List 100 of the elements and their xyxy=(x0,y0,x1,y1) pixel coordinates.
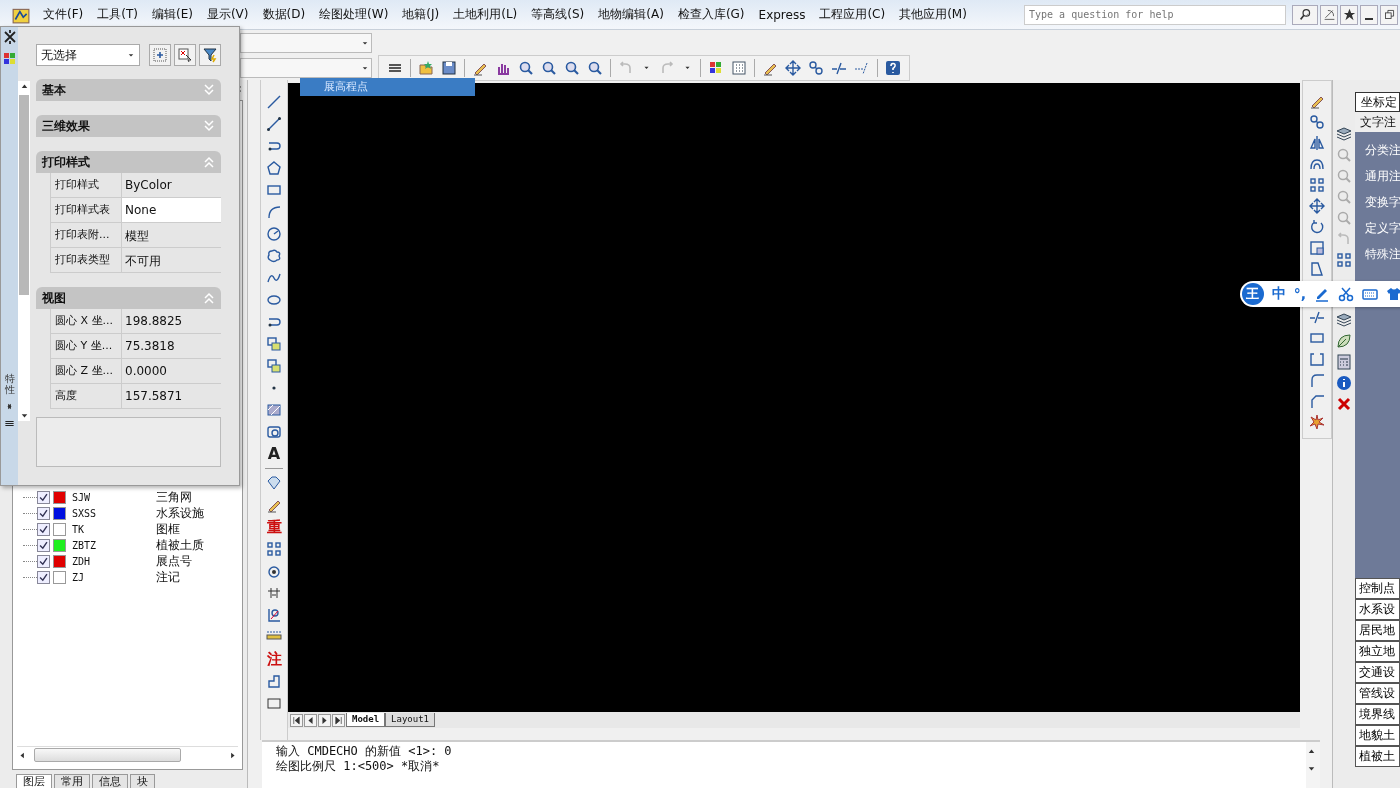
menu-item[interactable]: 检查入库(G) xyxy=(670,6,752,23)
chain-icon[interactable] xyxy=(808,59,824,76)
stretch-icon[interactable] xyxy=(1309,261,1325,277)
circle-icon[interactable] xyxy=(266,226,282,242)
arc-icon[interactable] xyxy=(266,204,282,220)
checkbox[interactable] xyxy=(37,490,50,504)
square-icon[interactable] xyxy=(266,695,282,711)
minimize-button[interactable] xyxy=(1360,4,1378,25)
selection-dropdown[interactable]: 无选择 xyxy=(36,44,140,66)
vertical-scrollbar[interactable] xyxy=(18,81,30,421)
palette-icon[interactable] xyxy=(708,59,724,76)
layout-tab[interactable]: Layout1 xyxy=(385,713,436,727)
text-tool[interactable]: 重 xyxy=(266,519,282,535)
category-item[interactable]: 定义字 xyxy=(1365,218,1400,238)
rectangle-icon[interactable] xyxy=(1309,330,1325,346)
delete-icon[interactable] xyxy=(1336,396,1352,412)
dots-grid-icon[interactable] xyxy=(1336,252,1352,268)
ime-logo[interactable]: 王 xyxy=(1242,283,1264,305)
category-button[interactable]: 植被土 xyxy=(1355,746,1400,767)
restore-button[interactable] xyxy=(1380,4,1398,25)
horizontal-scrollbar[interactable] xyxy=(17,746,238,763)
menu-item[interactable]: 地籍(J) xyxy=(395,6,447,23)
pin-icon[interactable] xyxy=(1,29,18,45)
grid-icon[interactable] xyxy=(731,59,747,76)
info-icon[interactable] xyxy=(1336,375,1352,391)
next-icon[interactable] xyxy=(318,713,331,727)
category-button[interactable]: 水系设 xyxy=(1355,599,1400,620)
folder-icon[interactable] xyxy=(418,59,434,76)
menu-item[interactable]: 工程应用(C) xyxy=(812,6,893,23)
polyline-icon[interactable] xyxy=(266,116,282,132)
category-item[interactable]: 特殊注 xyxy=(1365,244,1400,264)
menu-icon[interactable] xyxy=(4,418,15,429)
ellipse-icon[interactable] xyxy=(266,292,282,308)
category-item[interactable]: 变换字 xyxy=(1365,192,1400,212)
zoom-icon[interactable] xyxy=(587,59,603,76)
prev-icon[interactable] xyxy=(304,713,317,727)
explode-icon[interactable] xyxy=(1309,414,1325,430)
scale-icon[interactable] xyxy=(1309,240,1325,256)
camera-icon[interactable] xyxy=(266,563,282,579)
chart-icon[interactable] xyxy=(266,607,282,623)
keyboard-icon[interactable] xyxy=(1362,286,1378,302)
select-objects-button[interactable] xyxy=(174,44,196,66)
blocks-icon[interactable] xyxy=(266,336,282,352)
text-tool[interactable]: A xyxy=(267,446,281,462)
help-icon[interactable] xyxy=(885,59,901,76)
checkbox[interactable] xyxy=(37,554,50,568)
category-button[interactable]: 独立地 xyxy=(1355,641,1400,662)
shirt-icon[interactable] xyxy=(1386,286,1400,302)
quick-select-button[interactable] xyxy=(149,44,171,66)
mirror-icon[interactable] xyxy=(1309,135,1325,151)
tag-icon[interactable] xyxy=(266,475,282,491)
menu-item[interactable]: 文件(F) xyxy=(36,6,91,23)
category-item[interactable]: 分类注 xyxy=(1365,140,1400,160)
section-header[interactable]: 打印样式 xyxy=(36,151,221,173)
language-mode[interactable]: 中 xyxy=(1271,285,1286,303)
category-item[interactable]: 通用注 xyxy=(1365,166,1400,186)
layout-tab[interactable]: Model xyxy=(346,713,386,727)
section-header[interactable]: 视图 xyxy=(36,287,221,309)
favorites-button[interactable] xyxy=(1340,4,1358,25)
section-header[interactable]: 基本 xyxy=(36,79,221,101)
menu-item[interactable]: 等高线(S) xyxy=(524,6,592,23)
polygon-icon[interactable] xyxy=(266,160,282,176)
dots-grid-icon[interactable] xyxy=(1309,177,1325,193)
move-icon[interactable] xyxy=(785,59,801,76)
menu-item[interactable]: 数据(D) xyxy=(255,6,313,23)
menu-item[interactable]: 绘图处理(W) xyxy=(312,6,396,23)
rect-open-icon[interactable] xyxy=(1309,351,1325,367)
punctuation-mode[interactable]: °, xyxy=(1293,286,1306,302)
property-value[interactable]: None xyxy=(122,198,221,222)
menu-item[interactable]: 地物编辑(A) xyxy=(591,6,671,23)
category-button[interactable]: 境界线 xyxy=(1355,704,1400,725)
panel-tab[interactable]: 常用 xyxy=(54,774,90,788)
scrollbar-thumb[interactable] xyxy=(19,95,29,295)
checkbox[interactable] xyxy=(37,522,50,536)
section-header[interactable]: 三维效果 xyxy=(36,115,221,137)
move-icon[interactable] xyxy=(1309,198,1325,214)
chain-icon[interactable] xyxy=(1309,114,1325,130)
menu-item[interactable]: Express xyxy=(751,7,813,22)
blocks-icon[interactable] xyxy=(266,358,282,374)
menu-item[interactable]: 编辑(E) xyxy=(144,6,200,23)
pen-icon[interactable] xyxy=(1314,286,1330,302)
step-icon[interactable] xyxy=(266,673,282,689)
zoom-icon[interactable] xyxy=(518,59,534,76)
dots-grid-icon[interactable] xyxy=(266,541,282,557)
panel-tab[interactable]: 图层 xyxy=(16,774,52,788)
category-button[interactable]: 居民地 xyxy=(1355,620,1400,641)
panel-header[interactable]: 坐标定 xyxy=(1355,92,1400,112)
checkbox[interactable] xyxy=(37,538,50,552)
leaf-icon[interactable] xyxy=(1336,333,1352,349)
menu-item[interactable]: 显示(V) xyxy=(199,6,256,23)
line-icon[interactable] xyxy=(266,94,282,110)
save-icon[interactable] xyxy=(441,59,457,76)
layers-icon[interactable] xyxy=(1336,312,1352,328)
vertical-scrollbar[interactable] xyxy=(1306,742,1320,788)
rectangle-icon[interactable] xyxy=(266,182,282,198)
category-button[interactable]: 管线设 xyxy=(1355,683,1400,704)
menu-item[interactable]: 土地利用(L) xyxy=(446,6,525,23)
frame-icon[interactable] xyxy=(266,424,282,440)
rotate-icon[interactable] xyxy=(1309,219,1325,235)
scissors-icon[interactable] xyxy=(1338,286,1354,302)
